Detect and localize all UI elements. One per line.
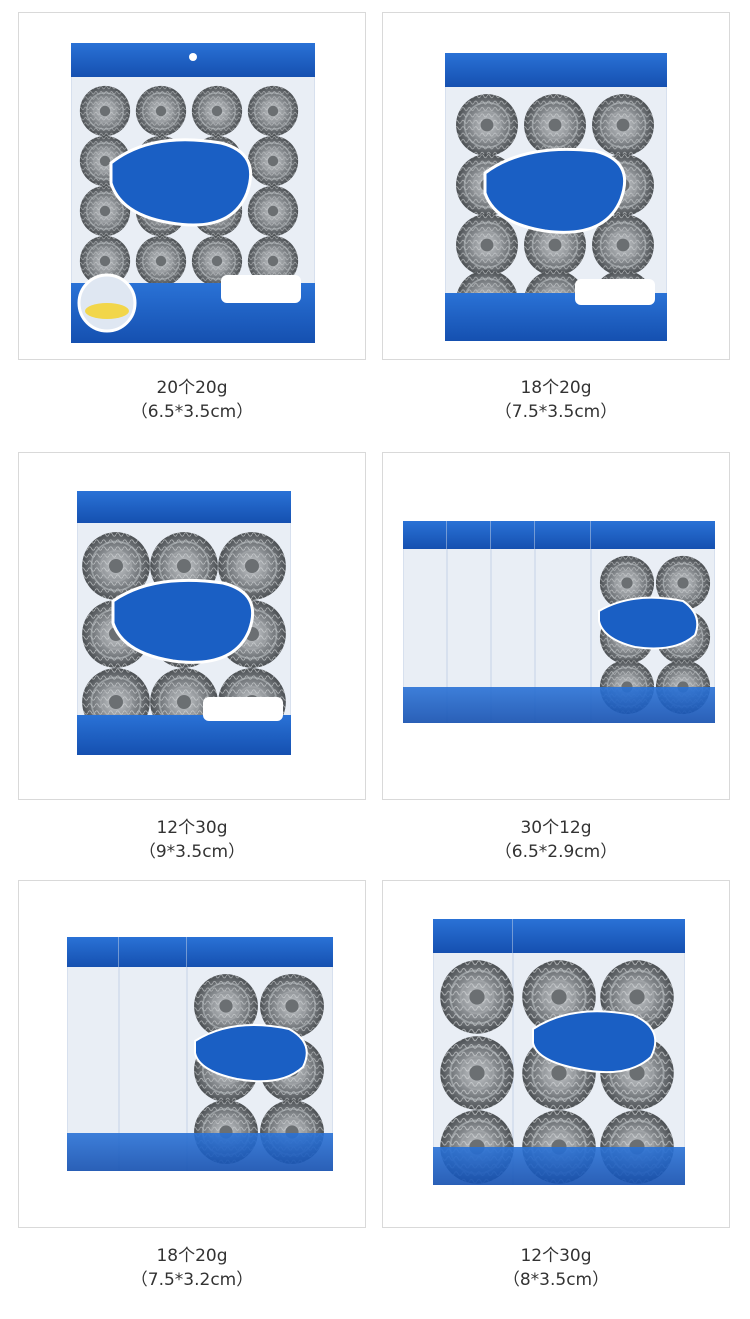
variant-size: （8*3.5cm） bbox=[502, 1270, 610, 1290]
variant-caption: 18个20g （7.5*3.5cm） bbox=[382, 376, 730, 424]
variant-caption: 12个30g （8*3.5cm） bbox=[382, 1244, 730, 1292]
product-image-frame bbox=[18, 12, 366, 360]
variant-caption: 12个30g （9*3.5cm） bbox=[18, 816, 366, 864]
bag-stack-illustration bbox=[433, 919, 685, 1185]
bag-stack-illustration bbox=[67, 937, 333, 1171]
product-bags-stack bbox=[67, 937, 333, 1171]
variant-caption: 20个20g （6.5*3.5cm） bbox=[18, 376, 366, 424]
variant-size: （7.5*3.2cm） bbox=[130, 1270, 254, 1290]
variant-quantity: 12个30g bbox=[156, 818, 228, 838]
product-image-frame bbox=[18, 880, 366, 1228]
variant-quantity: 18个20g bbox=[520, 378, 592, 398]
product-image-frame bbox=[382, 452, 730, 800]
product-image-frame bbox=[18, 452, 366, 800]
variant-quantity: 12个30g bbox=[520, 1246, 592, 1266]
bag-illustration bbox=[71, 43, 315, 343]
variant-size: （7.5*3.5cm） bbox=[494, 402, 618, 422]
product-image-frame bbox=[382, 880, 730, 1228]
product-bag bbox=[445, 53, 667, 341]
product-bag bbox=[71, 43, 315, 343]
product-bags-stack bbox=[433, 919, 685, 1185]
bag-illustration bbox=[77, 491, 291, 755]
variant-size: （9*3.5cm） bbox=[138, 842, 246, 862]
bag-stack-illustration bbox=[403, 521, 715, 723]
variant-caption: 18个20g （7.5*3.2cm） bbox=[18, 1244, 366, 1292]
variant-quantity: 18个20g bbox=[156, 1246, 228, 1266]
variant-caption: 30个12g （6.5*2.9cm） bbox=[382, 816, 730, 864]
variant-quantity: 20个20g bbox=[156, 378, 228, 398]
variant-quantity: 30个12g bbox=[520, 818, 592, 838]
bag-illustration bbox=[445, 53, 667, 341]
variant-size: （6.5*3.5cm） bbox=[130, 402, 254, 422]
product-bag bbox=[77, 491, 291, 755]
product-image-frame bbox=[382, 12, 730, 360]
variant-size: （6.5*2.9cm） bbox=[494, 842, 618, 862]
product-bags-stack bbox=[403, 521, 715, 723]
